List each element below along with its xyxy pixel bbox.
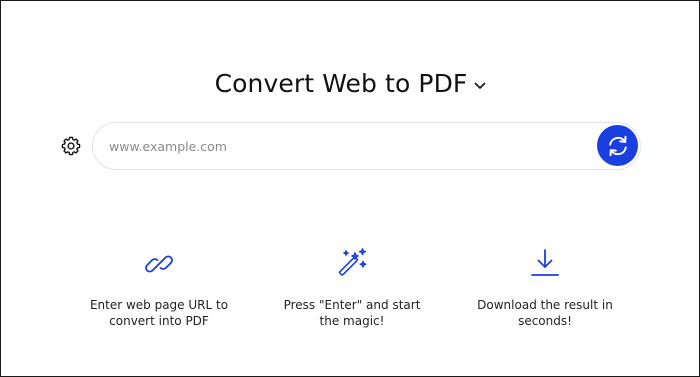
chevron-down-icon[interactable]: [473, 79, 487, 93]
settings-button[interactable]: [59, 134, 83, 158]
gear-icon: [61, 136, 81, 156]
feature-text: Press "Enter" and start the magic!: [267, 297, 437, 329]
feature-text: Enter web page URL to convert into PDF: [74, 297, 244, 329]
feature-press-enter: Press "Enter" and start the magic!: [267, 244, 437, 329]
feature-line-2: seconds!: [518, 314, 572, 328]
feature-line-1: Download the result in: [477, 298, 613, 312]
link-icon: [139, 244, 179, 284]
feature-download: Download the result in seconds!: [460, 244, 630, 329]
feature-enter-url: Enter web page URL to convert into PDF: [74, 244, 244, 329]
title-row: Convert Web to PDF: [1, 69, 700, 98]
refresh-icon: [608, 135, 627, 156]
feature-line-2: the magic!: [319, 314, 385, 328]
app-window: Convert Web to PDF www.example.com Enter…: [0, 0, 700, 377]
feature-text: Download the result in seconds!: [460, 297, 630, 329]
feature-line-2: convert into PDF: [109, 314, 209, 328]
feature-line-1: Enter web page URL to: [89, 298, 229, 312]
url-bar: [92, 122, 641, 170]
convert-button[interactable]: [597, 125, 638, 166]
feature-line-1: Press "Enter" and start: [283, 298, 421, 312]
page-title: Convert Web to PDF: [214, 69, 468, 98]
download-icon: [525, 244, 565, 284]
magic-wand-icon: [332, 244, 372, 284]
url-input[interactable]: [93, 123, 640, 169]
